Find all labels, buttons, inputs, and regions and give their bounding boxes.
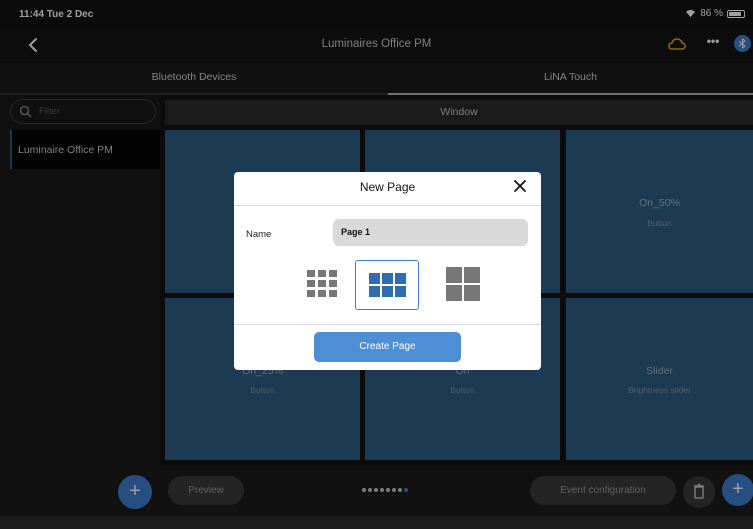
layout-option-2x2[interactable]: [432, 260, 496, 310]
name-label: Name: [246, 229, 272, 240]
divider: [234, 324, 541, 325]
layout-option-3x2[interactable]: [355, 260, 419, 310]
layout-option-3x3[interactable]: [290, 260, 354, 310]
grid-2x2-icon: [446, 267, 480, 301]
divider: [234, 205, 541, 206]
dialog-title: New Page: [359, 180, 416, 194]
grid-3x2-icon: [369, 273, 406, 297]
create-page-button[interactable]: Create Page: [314, 332, 461, 362]
grid-3x3-icon: [307, 270, 337, 297]
page-name-input[interactable]: [333, 219, 528, 246]
new-page-dialog: New Page Name Page 1 Create Page: [234, 172, 541, 370]
close-icon[interactable]: [512, 178, 528, 194]
